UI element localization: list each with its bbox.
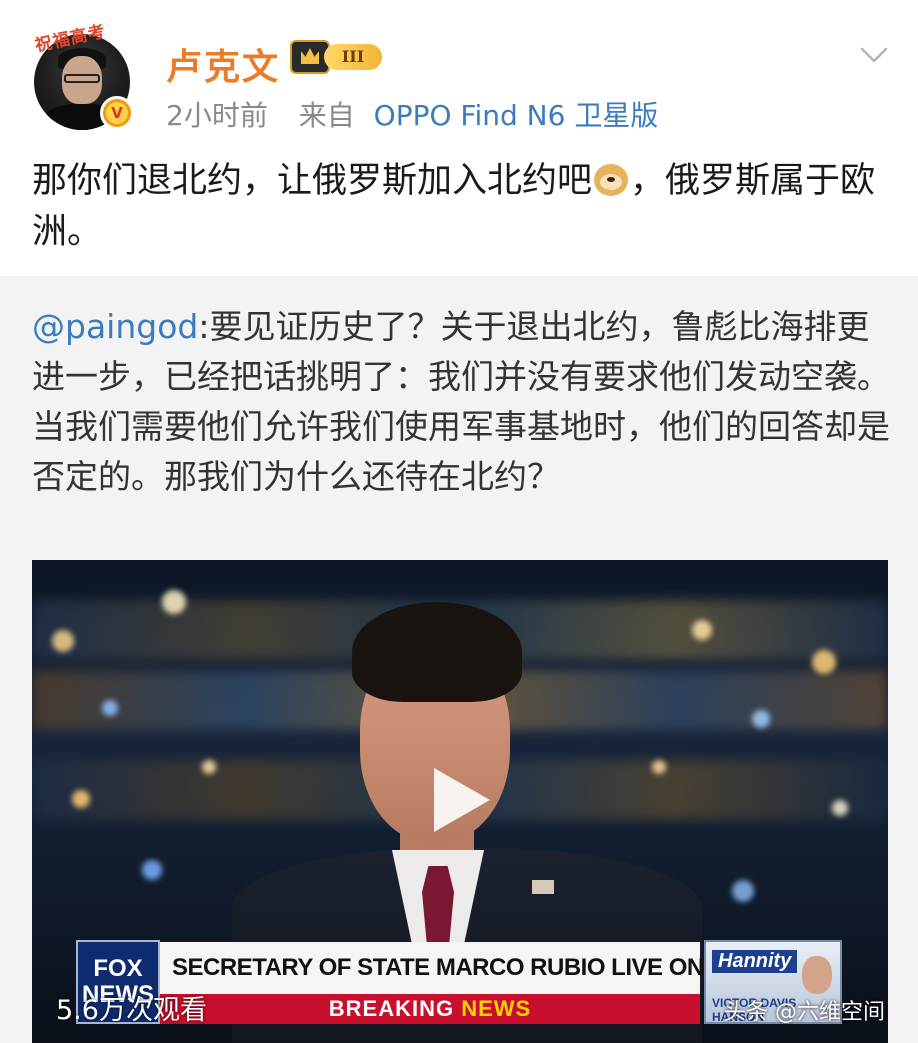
post-source-label: 来自 [298,99,355,132]
user-level-badge[interactable]: III [290,40,386,74]
video-view-count: 5.6万次观看 [56,995,207,1026]
video-player[interactable]: FOX NEWS SECRETARY OF STATE MARCO RUBIO … [32,560,888,1043]
chevron-down-icon[interactable] [860,46,888,64]
news-headline: SECRETARY OF STATE MARCO RUBIO LIVE ON H… [160,942,814,994]
source-watermark: 头条 @六维空间 [724,1000,885,1025]
post-time: 2小时前 [166,99,268,132]
post-meta: 2小时前 来自 OPPO Find N6 卫星版 [166,94,658,134]
host-thumbnail [802,956,832,994]
repost-mention-link[interactable]: @paingod [32,307,198,346]
news-label: NEWS [461,996,532,1021]
repost-body: @paingod:要见证历史了？关于退出北约，鲁彪比海排更进一步，已经把话挑明了… [32,302,892,502]
post-source-device[interactable]: OPPO Find N6 卫星版 [374,99,659,132]
verified-icon: V [100,96,134,130]
post-text-part1: 那你们退北约，让俄罗斯加入北约吧 [32,161,593,201]
play-icon[interactable] [430,764,494,836]
post-body: 那你们退北约，让俄罗斯加入北约吧 ，俄罗斯属于欧洲。 [32,156,892,258]
avatar-frame-decoration: 祝福高考 [28,20,140,60]
show-name: Hannity [712,950,798,973]
user-level-text: III [324,44,382,70]
breaking-news-bar: BREAKING NEWS [160,994,700,1024]
doge-emoji-icon [594,164,629,196]
repost-card[interactable]: @paingod:要见证历史了？关于退出北约，鲁彪比海排更进一步，已经把话挑明了… [0,276,918,1043]
avatar[interactable]: 祝福高考 V [28,20,140,132]
username[interactable]: 卢克文 [166,38,280,90]
avatar-frame-text: 祝福高考 [33,21,108,57]
breaking-label: BREAKING [328,996,455,1021]
post-header: 祝福高考 V 卢克文 III 2小时前 来自 OPPO Find N6 卫星版 [0,0,918,140]
